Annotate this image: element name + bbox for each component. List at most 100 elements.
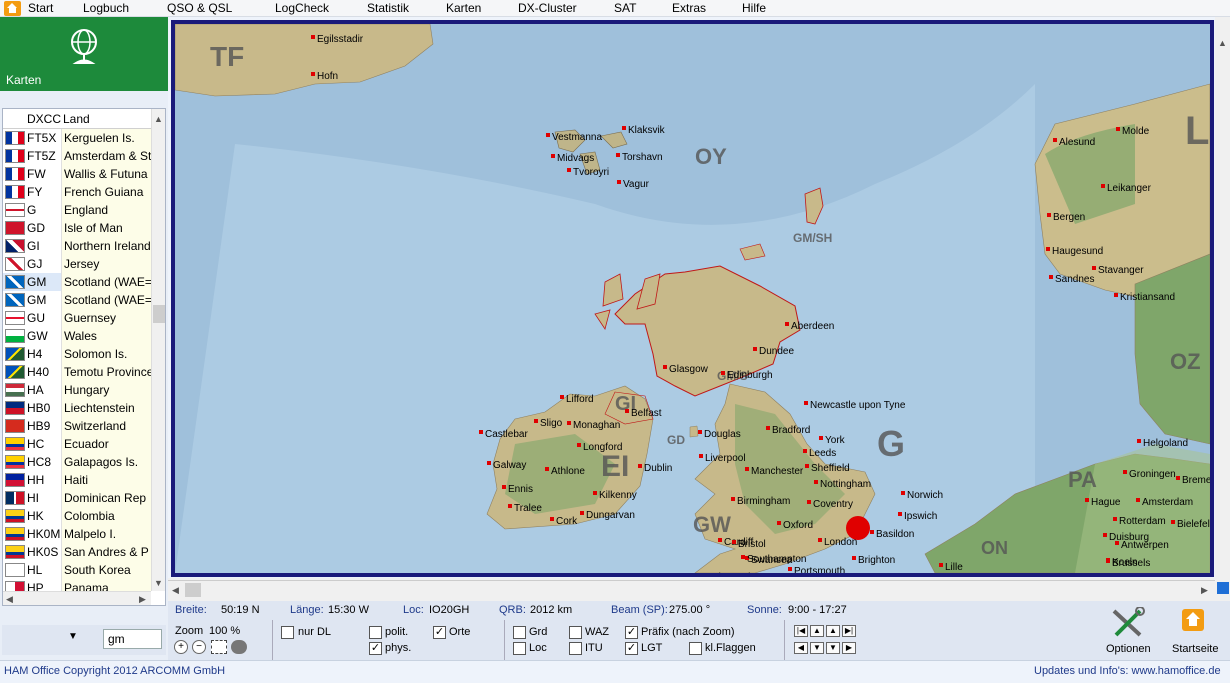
menu-extras[interactable]: Extras	[672, 1, 706, 15]
list-item[interactable]: H4 Solomon Is.	[3, 345, 151, 363]
scroll-left-icon[interactable]: ◀	[6, 593, 13, 605]
city-marker[interactable]	[753, 347, 757, 351]
map-scroll-thumb[interactable]	[185, 583, 201, 597]
list-item[interactable]: HA Hungary	[3, 381, 151, 399]
map-vertical-scrollbar[interactable]: ▲	[1215, 17, 1230, 597]
menu-sat[interactable]: SAT	[614, 1, 636, 15]
city-marker[interactable]	[546, 133, 550, 137]
lgt-checkbox[interactable]: ✓	[625, 642, 638, 655]
city-marker[interactable]	[1114, 293, 1118, 297]
list-item[interactable]: G England	[3, 201, 151, 219]
phys-checkbox[interactable]: ✓	[369, 642, 382, 655]
dxcc-list[interactable]: DXCC Land FT5X Kerguelen Is. FT5Z Amsterdam…	[2, 108, 166, 606]
scroll-right-icon[interactable]: ▶	[1201, 584, 1208, 596]
list-item[interactable]: HC8 Galapagos Is.	[3, 453, 151, 471]
menu-qso-qsl[interactable]: QSO & QSL	[167, 1, 232, 15]
list-item[interactable]: HK0S San Andres & P	[3, 543, 151, 561]
city-marker[interactable]	[814, 480, 818, 484]
city-marker[interactable]	[617, 180, 621, 184]
city-marker[interactable]	[508, 504, 512, 508]
list-scroll-thumb[interactable]	[153, 305, 165, 323]
list-item[interactable]: HC Ecuador	[3, 435, 151, 453]
city-marker[interactable]	[479, 430, 483, 434]
list-item[interactable]: FY French Guiana	[3, 183, 151, 201]
city-marker[interactable]	[788, 567, 792, 571]
list-item[interactable]: H40 Temotu Province	[3, 363, 151, 381]
scroll-left-icon[interactable]: ◀	[172, 584, 179, 596]
nur-dl-checkbox[interactable]	[281, 626, 294, 639]
nav-first-icon[interactable]: |◀	[794, 625, 808, 637]
city-marker[interactable]	[745, 467, 749, 471]
menu-statistik[interactable]: Statistik	[367, 1, 409, 15]
scroll-right-icon[interactable]: ▶	[139, 593, 146, 605]
menu-logcheck[interactable]: LogCheck	[275, 1, 329, 15]
city-marker[interactable]	[551, 154, 555, 158]
city-marker[interactable]	[766, 426, 770, 430]
list-item[interactable]: FW Wallis & Futuna	[3, 165, 151, 183]
list-item[interactable]: HK0M Malpelo I.	[3, 525, 151, 543]
zoom-rect-icon[interactable]	[211, 640, 227, 654]
menu-start[interactable]: Start	[28, 1, 53, 15]
column-header-dxcc[interactable]: DXCC	[27, 112, 61, 126]
city-marker[interactable]	[616, 153, 620, 157]
city-marker[interactable]	[567, 421, 571, 425]
list-item[interactable]: GW Wales	[3, 327, 151, 345]
search-input[interactable]	[103, 629, 162, 649]
city-marker[interactable]	[939, 563, 943, 567]
city-marker[interactable]	[534, 419, 538, 423]
city-marker[interactable]	[625, 409, 629, 413]
city-marker[interactable]	[1046, 247, 1050, 251]
city-marker[interactable]	[1171, 520, 1175, 524]
menu-logbuch[interactable]: Logbuch	[83, 1, 129, 15]
waz-checkbox[interactable]	[569, 626, 582, 639]
nav-down-icon[interactable]: ▼	[810, 642, 824, 654]
city-marker[interactable]	[818, 538, 822, 542]
city-marker[interactable]	[807, 500, 811, 504]
polit-checkbox[interactable]	[369, 626, 382, 639]
city-marker[interactable]	[852, 556, 856, 560]
city-marker[interactable]	[502, 485, 506, 489]
itu-checkbox[interactable]	[569, 642, 582, 655]
list-item[interactable]: HB0 Liechtenstein	[3, 399, 151, 417]
city-marker[interactable]	[785, 322, 789, 326]
city-marker[interactable]	[311, 72, 315, 76]
zoom-out-icon[interactable]: −	[192, 640, 206, 654]
city-marker[interactable]	[545, 467, 549, 471]
city-marker[interactable]	[698, 430, 702, 434]
klflaggen-checkbox[interactable]	[689, 642, 702, 655]
city-marker[interactable]	[1053, 138, 1057, 142]
map-canvas[interactable]: TFOYGM/SHGIEIGDGGWGM/SLAOZPAON Egilsstad…	[175, 24, 1210, 573]
nav-end-icon[interactable]: ▶|	[842, 625, 856, 637]
city-marker[interactable]	[1101, 184, 1105, 188]
list-item[interactable]: GD Isle of Man	[3, 219, 151, 237]
dropdown-arrow-icon[interactable]: ▼	[68, 631, 78, 642]
list-item[interactable]: FT5Z Amsterdam & St	[3, 147, 151, 165]
scroll-down-icon[interactable]: ▼	[154, 577, 163, 589]
list-vertical-scrollbar[interactable]: ▲ ▼	[151, 109, 165, 591]
home-icon[interactable]	[4, 0, 21, 16]
city-marker[interactable]	[567, 168, 571, 172]
list-item[interactable]: HK Colombia	[3, 507, 151, 525]
nav-right-icon[interactable]: ▶	[842, 642, 856, 654]
city-marker[interactable]	[1137, 439, 1141, 443]
column-header-land[interactable]: Land	[63, 112, 90, 126]
list-item[interactable]: HI Dominican Rep	[3, 489, 151, 507]
updates-link[interactable]: Updates und Info's: www.hamoffice.de	[1034, 665, 1221, 677]
city-marker[interactable]	[593, 491, 597, 495]
city-marker[interactable]	[311, 35, 315, 39]
city-marker[interactable]	[1049, 275, 1053, 279]
city-marker[interactable]	[487, 461, 491, 465]
city-marker[interactable]	[580, 511, 584, 515]
city-marker[interactable]	[805, 464, 809, 468]
city-marker[interactable]	[898, 512, 902, 516]
zoom-in-icon[interactable]: +	[174, 640, 188, 654]
city-marker[interactable]	[1176, 476, 1180, 480]
grd-checkbox[interactable]	[513, 626, 526, 639]
praefix-checkbox[interactable]: ✓	[625, 626, 638, 639]
scroll-up-icon[interactable]: ▲	[1218, 37, 1227, 49]
startseite-button[interactable]: Startseite	[1170, 607, 1218, 657]
city-marker[interactable]	[870, 530, 874, 534]
city-marker[interactable]	[1106, 558, 1110, 562]
city-marker[interactable]	[638, 464, 642, 468]
city-marker[interactable]	[577, 443, 581, 447]
